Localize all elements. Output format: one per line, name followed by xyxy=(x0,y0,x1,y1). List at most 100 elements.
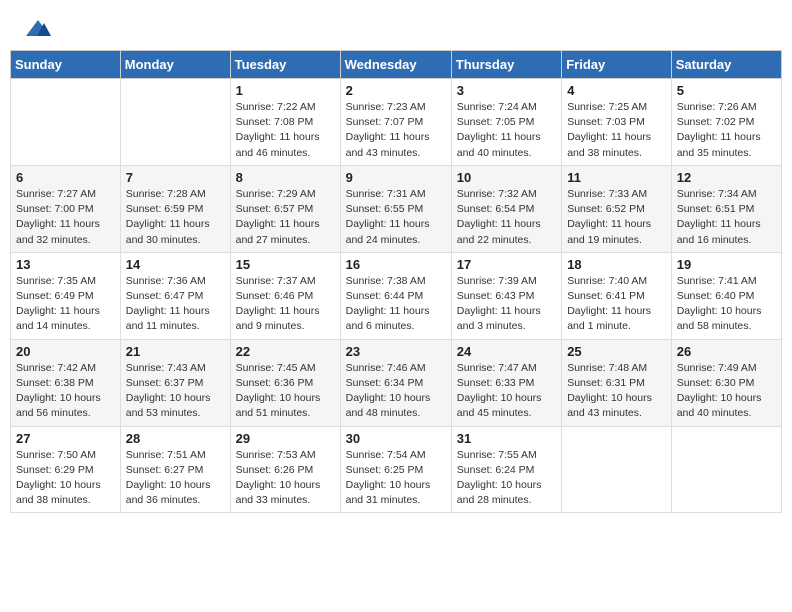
calendar-header-cell: Sunday xyxy=(11,51,121,79)
calendar-day-cell: 3Sunrise: 7:24 AM Sunset: 7:05 PM Daylig… xyxy=(451,79,561,166)
logo-icon xyxy=(24,18,52,40)
day-number: 10 xyxy=(457,170,556,185)
day-detail: Sunrise: 7:48 AM Sunset: 6:31 PM Dayligh… xyxy=(567,361,666,422)
calendar-day-cell: 5 Sunrise: 7:26 AM Sunset: 7:02 PM Daylig… xyxy=(671,79,781,166)
calendar-header-row: SundayMondayTuesdayWednesdayThursdayFrid… xyxy=(11,51,782,79)
day-number: 21 xyxy=(126,344,225,359)
day-number: 15 xyxy=(236,257,335,272)
day-number: 17 xyxy=(457,257,556,272)
calendar-week-row: 13 Sunrise: 7:35 AM Sunset: 6:49 PM Dayli… xyxy=(11,252,782,339)
calendar-header-cell: Monday xyxy=(120,51,230,79)
day-detail: Sunrise: 7:45 AM Sunset: 6:36 PM Dayligh… xyxy=(236,361,335,422)
day-number: 28 xyxy=(126,431,225,446)
day-number: 24 xyxy=(457,344,556,359)
day-number: 27 xyxy=(16,431,115,446)
calendar-day-cell: 4 Sunrise: 7:25 AM Sunset: 7:03 PM Daylig… xyxy=(562,79,672,166)
day-number: 18 xyxy=(567,257,666,272)
day-number: 22 xyxy=(236,344,335,359)
day-number: 20 xyxy=(16,344,115,359)
day-number: 8 xyxy=(236,170,335,185)
day-number: 31 xyxy=(457,431,556,446)
calendar-week-row: 20 Sunrise: 7:42 AM Sunset: 6:38 PM Dayli… xyxy=(11,339,782,426)
calendar-day-cell xyxy=(120,79,230,166)
calendar-day-cell: 8Sunrise: 7:29 AM Sunset: 6:57 PM Daylig… xyxy=(230,165,340,252)
day-detail: Sunrise: 7:23 AM Sunset: 7:07 PM Dayligh… xyxy=(346,100,446,161)
day-detail: Sunrise: 7:47 AM Sunset: 6:33 PM Dayligh… xyxy=(457,361,556,422)
day-number: 12 xyxy=(677,170,776,185)
day-number: 26 xyxy=(677,344,776,359)
calendar-day-cell: 29 Sunrise: 7:53 AM Sunset: 6:26 PM Dayli… xyxy=(230,426,340,513)
day-number: 14 xyxy=(126,257,225,272)
day-number: 6 xyxy=(16,170,115,185)
day-detail: Sunrise: 7:36 AM Sunset: 6:47 PM Dayligh… xyxy=(126,274,225,335)
day-number: 29 xyxy=(236,431,335,446)
day-detail: Sunrise: 7:22 AM Sunset: 7:08 PM Dayligh… xyxy=(236,100,335,161)
day-number: 1 xyxy=(236,83,335,98)
calendar-header-cell: Tuesday xyxy=(230,51,340,79)
calendar-header-cell: Wednesday xyxy=(340,51,451,79)
day-detail: Sunrise: 7:38 AM Sunset: 6:44 PM Dayligh… xyxy=(346,274,446,335)
day-detail: Sunrise: 7:51 AM Sunset: 6:27 PM Dayligh… xyxy=(126,448,225,509)
day-number: 2 xyxy=(346,83,446,98)
day-detail: Sunrise: 7:27 AM Sunset: 7:00 PM Dayligh… xyxy=(16,187,115,248)
calendar-day-cell: 19Sunrise: 7:41 AM Sunset: 6:40 PM Dayli… xyxy=(671,252,781,339)
day-detail: Sunrise: 7:49 AM Sunset: 6:30 PM Dayligh… xyxy=(677,361,776,422)
page-header xyxy=(10,10,782,44)
calendar-day-cell: 15Sunrise: 7:37 AM Sunset: 6:46 PM Dayli… xyxy=(230,252,340,339)
calendar-day-cell: 12 Sunrise: 7:34 AM Sunset: 6:51 PM Dayli… xyxy=(671,165,781,252)
calendar-day-cell: 31Sunrise: 7:55 AM Sunset: 6:24 PM Dayli… xyxy=(451,426,561,513)
calendar-day-cell: 24 Sunrise: 7:47 AM Sunset: 6:33 PM Dayli… xyxy=(451,339,561,426)
calendar-day-cell: 14 Sunrise: 7:36 AM Sunset: 6:47 PM Dayli… xyxy=(120,252,230,339)
calendar-day-cell: 26 Sunrise: 7:49 AM Sunset: 6:30 PM Dayli… xyxy=(671,339,781,426)
day-detail: Sunrise: 7:32 AM Sunset: 6:54 PM Dayligh… xyxy=(457,187,556,248)
calendar-day-cell: 20 Sunrise: 7:42 AM Sunset: 6:38 PM Dayli… xyxy=(11,339,121,426)
calendar-day-cell: 28 Sunrise: 7:51 AM Sunset: 6:27 PM Dayli… xyxy=(120,426,230,513)
calendar-day-cell: 11 Sunrise: 7:33 AM Sunset: 6:52 PM Dayli… xyxy=(562,165,672,252)
calendar-day-cell: 9 Sunrise: 7:31 AM Sunset: 6:55 PM Daylig… xyxy=(340,165,451,252)
calendar-week-row: 1 Sunrise: 7:22 AM Sunset: 7:08 PM Daylig… xyxy=(11,79,782,166)
day-detail: Sunrise: 7:25 AM Sunset: 7:03 PM Dayligh… xyxy=(567,100,666,161)
calendar-day-cell: 18Sunrise: 7:40 AM Sunset: 6:41 PM Dayli… xyxy=(562,252,672,339)
day-detail: Sunrise: 7:42 AM Sunset: 6:38 PM Dayligh… xyxy=(16,361,115,422)
calendar-table: SundayMondayTuesdayWednesdayThursdayFrid… xyxy=(10,50,782,513)
day-detail: Sunrise: 7:31 AM Sunset: 6:55 PM Dayligh… xyxy=(346,187,446,248)
day-detail: Sunrise: 7:43 AM Sunset: 6:37 PM Dayligh… xyxy=(126,361,225,422)
calendar-day-cell: 30 Sunrise: 7:54 AM Sunset: 6:25 PM Dayli… xyxy=(340,426,451,513)
day-detail: Sunrise: 7:34 AM Sunset: 6:51 PM Dayligh… xyxy=(677,187,776,248)
calendar-day-cell xyxy=(11,79,121,166)
calendar-day-cell: 7 Sunrise: 7:28 AM Sunset: 6:59 PM Daylig… xyxy=(120,165,230,252)
day-number: 7 xyxy=(126,170,225,185)
calendar-day-cell: 10 Sunrise: 7:32 AM Sunset: 6:54 PM Dayli… xyxy=(451,165,561,252)
day-detail: Sunrise: 7:39 AM Sunset: 6:43 PM Dayligh… xyxy=(457,274,556,335)
calendar-header-cell: Thursday xyxy=(451,51,561,79)
calendar-day-cell: 16Sunrise: 7:38 AM Sunset: 6:44 PM Dayli… xyxy=(340,252,451,339)
calendar-day-cell: 27 Sunrise: 7:50 AM Sunset: 6:29 PM Dayli… xyxy=(11,426,121,513)
day-number: 19 xyxy=(677,257,776,272)
calendar-day-cell: 22 Sunrise: 7:45 AM Sunset: 6:36 PM Dayli… xyxy=(230,339,340,426)
day-number: 13 xyxy=(16,257,115,272)
day-detail: Sunrise: 7:54 AM Sunset: 6:25 PM Dayligh… xyxy=(346,448,446,509)
day-number: 23 xyxy=(346,344,446,359)
calendar-day-cell: 25 Sunrise: 7:48 AM Sunset: 6:31 PM Dayli… xyxy=(562,339,672,426)
calendar-day-cell: 1 Sunrise: 7:22 AM Sunset: 7:08 PM Daylig… xyxy=(230,79,340,166)
calendar-day-cell: 23 Sunrise: 7:46 AM Sunset: 6:34 PM Dayli… xyxy=(340,339,451,426)
day-number: 4 xyxy=(567,83,666,98)
day-detail: Sunrise: 7:46 AM Sunset: 6:34 PM Dayligh… xyxy=(346,361,446,422)
day-number: 9 xyxy=(346,170,446,185)
day-number: 25 xyxy=(567,344,666,359)
day-number: 5 xyxy=(677,83,776,98)
day-detail: Sunrise: 7:33 AM Sunset: 6:52 PM Dayligh… xyxy=(567,187,666,248)
day-detail: Sunrise: 7:53 AM Sunset: 6:26 PM Dayligh… xyxy=(236,448,335,509)
calendar-body: 1 Sunrise: 7:22 AM Sunset: 7:08 PM Daylig… xyxy=(11,79,782,513)
day-detail: Sunrise: 7:26 AM Sunset: 7:02 PM Dayligh… xyxy=(677,100,776,161)
day-detail: Sunrise: 7:35 AM Sunset: 6:49 PM Dayligh… xyxy=(16,274,115,335)
day-number: 3 xyxy=(457,83,556,98)
day-number: 11 xyxy=(567,170,666,185)
calendar-day-cell: 2 Sunrise: 7:23 AM Sunset: 7:07 PM Daylig… xyxy=(340,79,451,166)
calendar-day-cell: 13 Sunrise: 7:35 AM Sunset: 6:49 PM Dayli… xyxy=(11,252,121,339)
calendar-day-cell xyxy=(671,426,781,513)
day-number: 30 xyxy=(346,431,446,446)
calendar-week-row: 6 Sunrise: 7:27 AM Sunset: 7:00 PM Daylig… xyxy=(11,165,782,252)
day-detail: Sunrise: 7:28 AM Sunset: 6:59 PM Dayligh… xyxy=(126,187,225,248)
day-detail: Sunrise: 7:50 AM Sunset: 6:29 PM Dayligh… xyxy=(16,448,115,509)
